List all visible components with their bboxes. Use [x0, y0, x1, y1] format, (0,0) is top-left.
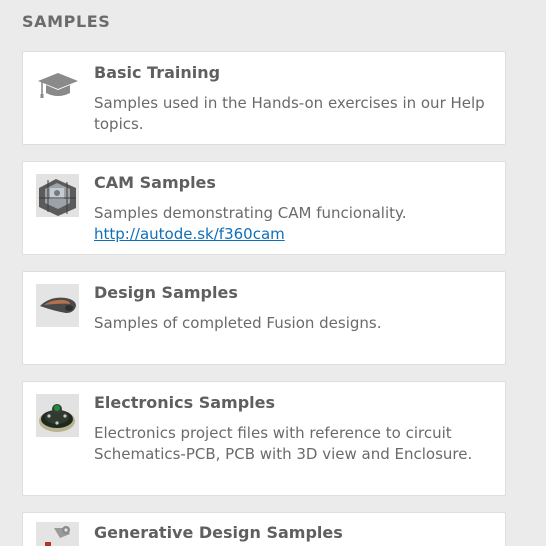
cam-machining-thumbnail [36, 174, 79, 217]
card-description-text: Samples demonstrating CAM funcionality. [94, 204, 407, 222]
card-description: Samples used in the Hands-on exercises i… [94, 94, 485, 133]
graduation-cap-icon [36, 64, 79, 107]
card-title: Electronics Samples [94, 393, 276, 412]
samples-panel: SAMPLES Basic Training Samples used in t… [0, 0, 546, 546]
generative-design-thumbnail [36, 522, 79, 546]
cam-samples-link[interactable]: http://autode.sk/f360cam [94, 224, 489, 245]
card-title: CAM Samples [94, 173, 216, 192]
card-description: Samples of completed Fusion designs. [94, 314, 382, 332]
design-model-thumbnail [36, 284, 79, 327]
sample-card-design[interactable]: Design Samples Samples of completed Fusi… [22, 271, 506, 365]
sample-card-generative-design[interactable]: Generative Design Samples [22, 512, 506, 546]
sample-card-cam[interactable]: CAM Samples Samples demonstrating CAM fu… [22, 161, 506, 255]
section-title: SAMPLES [22, 12, 111, 31]
electronics-board-thumbnail [36, 394, 79, 437]
card-title: Design Samples [94, 283, 238, 302]
card-title: Basic Training [94, 63, 221, 82]
sample-card-electronics[interactable]: Electronics Samples Electronics project … [22, 381, 506, 496]
card-title: Generative Design Samples [94, 523, 343, 542]
card-description: Electronics project files with reference… [94, 424, 473, 463]
card-description: Samples demonstrating CAM funcionality. … [94, 203, 489, 245]
sample-card-basic-training[interactable]: Basic Training Samples used in the Hands… [22, 51, 506, 145]
